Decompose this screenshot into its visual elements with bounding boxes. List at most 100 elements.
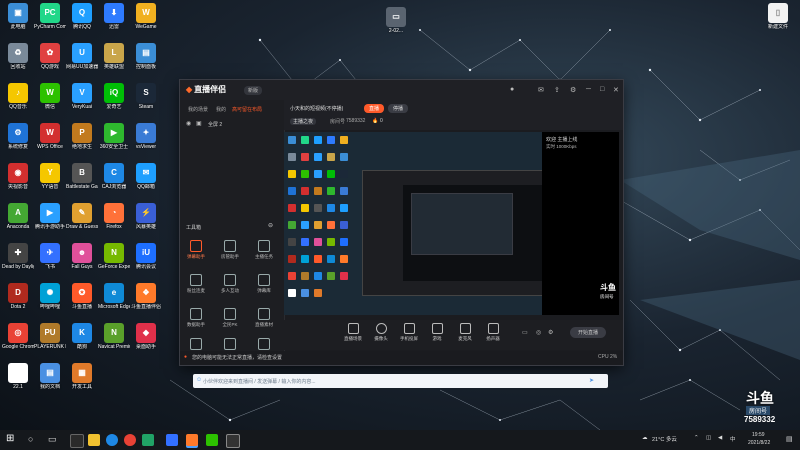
taskbar-app-icon[interactable] [70,434,84,448]
desktop-icon[interactable]: Q 腾讯QQ [66,2,98,40]
desktop-icon[interactable]: K 酷狗 [66,322,98,360]
desktop-icon[interactable]: W WeGame [130,2,162,40]
task-view-icon[interactable]: ▭ [48,434,57,445]
send-icon[interactable]: ➤ [589,377,594,384]
desktop-icon[interactable]: ✉ QQ邮箱 [130,162,162,200]
desktop-icon[interactable]: ▤ 我的文档 [34,362,66,400]
weather-icon[interactable]: ☁ [642,435,648,441]
minimize-icon[interactable]: ─ [586,86,591,93]
avatar[interactable]: ● [510,86,514,93]
maximize-icon[interactable]: □ [600,86,604,93]
tray-expand-icon[interactable]: ⌃ [694,435,699,441]
desktop-icon[interactable]: ⚡ 风暴英雄 [130,202,162,240]
clock-date[interactable]: 2021/8/22 [748,440,770,446]
desktop-icon[interactable]: ◎ Google Chrome [2,322,34,360]
tool-link-mic[interactable]: 粉丝连麦 [182,274,210,294]
control-game[interactable]: 游戏 [422,323,452,342]
desktop-icon[interactable]: iU 腾讯会议 [130,242,162,280]
screenshot-icon[interactable]: ◎ [536,329,541,336]
tool-more[interactable] [182,338,210,352]
collapse-icon[interactable]: ⊖ [268,222,273,229]
chat-input[interactable]: ☺ 小伙伴欢迎来到直播间 / 发送弹幕 / 输入你的内容... ➤ [193,374,608,388]
desktop-icon[interactable]: ✺ 哔哩哔哩 [34,282,66,320]
desktop-icon[interactable]: D Dota 2 [2,282,34,320]
settings-icon[interactable]: ⚙ [570,86,576,94]
version-badge[interactable]: 新版 [244,86,263,95]
status-notice[interactable]: 您的电脑可能无法正常直播，请检查设置 [192,354,282,361]
tool-pk[interactable]: 全民PK [216,308,244,328]
desktop-icon[interactable]: ✪ 斗鱼直播 [66,282,98,320]
start-icon[interactable]: ⊞ [6,433,14,444]
desktop-icon[interactable]: ▤ 控制面板 [130,42,162,80]
desktop-icon[interactable]: ⬇ 迅雷 [98,2,130,40]
desktop-icon[interactable]: ✦ vsViewer [130,122,162,160]
emoji-icon[interactable]: ☺ [196,377,202,383]
desktop-icon[interactable]: BBattlestate Games [66,162,98,200]
desktop-icon[interactable]: ◆ 桌面助手 [130,322,162,360]
taskbar-app-icon[interactable] [226,434,240,448]
desktop-icon[interactable]: PUPLAYERUNK BATTLEGR... [34,322,66,360]
control-phone[interactable]: 手机投屏 [394,323,424,342]
tool-materials[interactable]: 直播素材 [250,308,278,328]
close-icon[interactable]: ✕ [613,86,619,94]
desktop-icon[interactable]: ⚙ 系统修复 [2,122,34,160]
desktop-icon[interactable]: U 网易UU加速器 [66,42,98,80]
share-icon[interactable]: ⇪ [554,86,560,94]
desktop-icon[interactable]: ✿ QQ游戏 [34,42,66,80]
tool-more2[interactable] [216,338,244,352]
desktop-icon[interactable]: A Anaconda [2,202,34,240]
desktop-icon[interactable]: S Steam [130,82,162,120]
category-tag[interactable]: 主播之夜 [290,118,317,125]
search-icon[interactable]: ○ [28,434,33,444]
control-camera[interactable]: 摄像头 [366,323,396,342]
tool-tasks[interactable]: 主播任务 [250,240,278,260]
gear-icon[interactable]: ⚙ [548,329,553,336]
tool-more3[interactable] [250,338,278,352]
start-live-button[interactable]: 开始直播 [570,327,607,338]
taskbar-app-icon[interactable] [142,434,154,446]
desktop-icon[interactable]: ▣ 此电脑 [2,2,34,40]
live-studio-taskbar-icon[interactable] [186,434,198,446]
tool-multi[interactable]: 多人互动 [216,274,244,294]
record-icon[interactable]: ▭ [522,329,528,336]
stop-button[interactable]: 停播 [388,104,409,113]
scene-item[interactable]: 全屏 2 [208,121,222,128]
desktop-icon[interactable]: ✎ Draw & Guess [66,202,98,240]
desktop-icon[interactable]: ♻ 回收站 [2,42,34,80]
eye-icon[interactable]: ◉ [186,120,191,127]
control-speaker[interactable]: 扬声器 [478,323,508,342]
desktop-icon[interactable]: ✚Dead by Daylight [2,242,34,280]
edge-icon[interactable] [106,434,118,446]
desktop-icon[interactable]: P 绝地求生 [66,122,98,160]
desktop-icon[interactable]: PCPyCharm Commun... [34,2,66,40]
desktop-file-icon[interactable]: ▭ 2-02... [380,6,412,44]
desktop-icon[interactable]: V VeryKuai [66,82,98,120]
control-scene[interactable]: 直播场景 [338,323,368,342]
desktop-icon[interactable]: NGeForce Experience [98,242,130,280]
desktop-icon[interactable]: ❖ 斗鱼直播伴侣 [130,282,162,320]
desktop-icon[interactable]: NNavicat Premium 12 [98,322,130,360]
desktop-icon[interactable]: ▶ 360安全卫士 [98,122,130,160]
tool-danmu[interactable]: 弹幕助手 [182,240,210,260]
network-icon[interactable]: ◫ [706,435,711,441]
desktop-icon[interactable]: Y YY语音 [34,162,66,200]
tool-data[interactable]: 数据助手 [182,308,210,328]
volume-icon[interactable]: ◀ [718,435,722,441]
chrome-icon[interactable] [124,434,136,446]
control-mic[interactable]: 麦克风 [450,323,480,342]
feishu-icon[interactable] [166,434,178,446]
weather-text[interactable]: 21°C 多云 [652,435,677,443]
tool-room-manager[interactable]: 房管助手 [216,240,244,260]
desktop-file-icon[interactable]: ▯ 新建文件 [762,2,794,40]
desktop-icon[interactable]: L 英雄联盟 [98,42,130,80]
tool-danmu-lib[interactable]: 弹幕库 [250,274,278,294]
stream-title[interactable]: 小天和的短视频(不停播) [290,105,343,112]
ime-indicator[interactable]: 中 [730,435,736,443]
stream-preview[interactable]: 欢迎 主播上线 实时 1000Kbps 斗鱼 房间号 [284,132,619,315]
desktop-icon[interactable]: ◐ 22.1 [2,362,34,400]
tab-layout[interactable]: 高可留在布局 [232,106,262,113]
desktop-icon[interactable]: W WPS Office [34,122,66,160]
clock-time[interactable]: 19:59 [752,432,765,438]
desktop-icon[interactable]: ▦ 开发工具 [66,362,98,400]
desktop-icon[interactable]: ✈ 飞书 [34,242,66,280]
